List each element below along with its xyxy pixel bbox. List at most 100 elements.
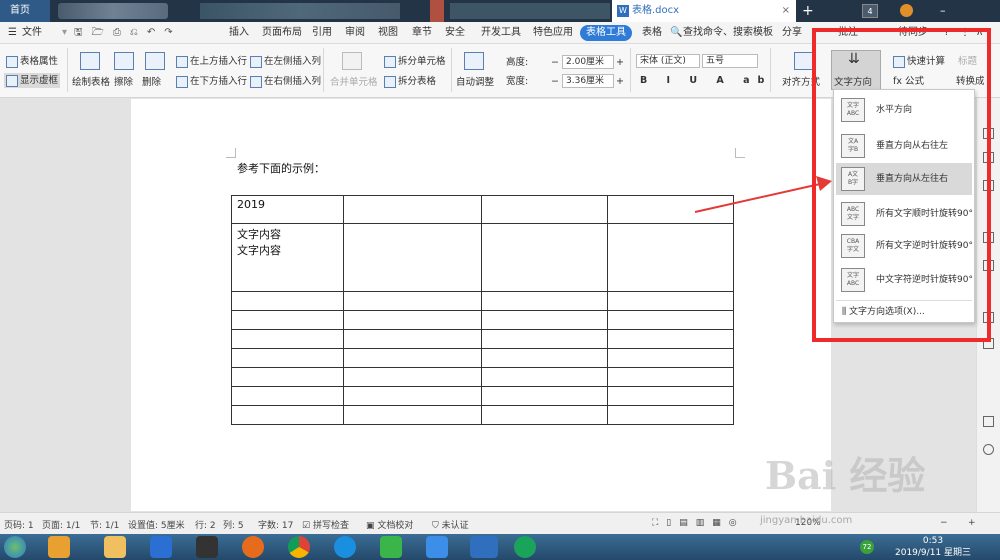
table-cell[interactable] bbox=[481, 291, 608, 311]
menu-table-tools[interactable]: 表格工具 bbox=[580, 25, 632, 41]
zoom-in-icon[interactable]: + bbox=[968, 518, 976, 528]
menu-file[interactable]: 文件 bbox=[22, 22, 42, 44]
table-cell[interactable] bbox=[231, 405, 344, 425]
menu-share[interactable]: 分享 bbox=[782, 22, 802, 44]
table-cell[interactable] bbox=[343, 405, 482, 425]
table-cell[interactable] bbox=[481, 329, 608, 349]
avatar[interactable] bbox=[900, 4, 913, 17]
menu-features[interactable]: 特色应用 bbox=[533, 22, 573, 44]
width-input[interactable]: 3.36厘米 bbox=[562, 74, 614, 88]
menu-table[interactable]: 表格 bbox=[642, 22, 662, 44]
table-cell[interactable] bbox=[607, 348, 734, 368]
zoom-out-icon[interactable]: − bbox=[940, 518, 948, 528]
font-size-select[interactable]: 五号 bbox=[702, 54, 758, 68]
table-cell[interactable] bbox=[343, 348, 482, 368]
table-cell[interactable] bbox=[343, 223, 482, 292]
command-search[interactable]: 查找命令、搜索模板 bbox=[683, 22, 773, 44]
table-cell[interactable] bbox=[481, 386, 608, 406]
menu-developer[interactable]: 开发工具 bbox=[481, 22, 521, 44]
sogou-icon[interactable] bbox=[334, 536, 356, 558]
table-cell[interactable] bbox=[343, 310, 482, 330]
table-cell[interactable] bbox=[607, 291, 734, 311]
wps-icon[interactable] bbox=[470, 536, 498, 558]
table-cell[interactable] bbox=[343, 291, 482, 311]
table-cell[interactable] bbox=[231, 348, 344, 368]
search-icon[interactable]: 🔍 bbox=[670, 22, 682, 44]
autofit-button[interactable]: 自动调整 bbox=[456, 76, 494, 89]
sublime-icon[interactable] bbox=[196, 536, 218, 558]
doc-proof-button[interactable]: ▣ 文档校对 bbox=[366, 518, 413, 531]
folder-icon[interactable] bbox=[104, 536, 126, 558]
plus-icon[interactable]: + bbox=[616, 56, 624, 69]
youzhi-icon[interactable] bbox=[514, 536, 536, 558]
eraser-icon[interactable] bbox=[114, 52, 134, 70]
table-cell[interactable] bbox=[481, 405, 608, 425]
menu-insert[interactable]: 插入 bbox=[229, 22, 249, 44]
table-cell[interactable] bbox=[343, 195, 482, 224]
close-icon[interactable]: × bbox=[782, 0, 790, 22]
table-cell[interactable] bbox=[481, 310, 608, 330]
tab-home[interactable]: 首页 bbox=[0, 0, 50, 22]
start-button-icon[interactable] bbox=[4, 536, 26, 558]
clock[interactable]: 0:53 2019/9/11 星期三 bbox=[895, 535, 971, 559]
chevron-down-icon[interactable]: ▾ bbox=[62, 22, 67, 44]
table-cell[interactable] bbox=[607, 367, 734, 387]
delete-icon[interactable] bbox=[145, 52, 165, 70]
insert-col-left-button[interactable]: 在左侧插入列 bbox=[250, 55, 321, 68]
video-icon[interactable] bbox=[380, 536, 402, 558]
menu-page-layout[interactable]: 页面布局 bbox=[262, 22, 302, 44]
merge-cells-button[interactable]: 合并单元格 bbox=[330, 76, 378, 89]
table-cell[interactable] bbox=[607, 386, 734, 406]
table-cell[interactable] bbox=[607, 310, 734, 330]
show-gridlines-button[interactable]: 显示虚框 bbox=[4, 73, 61, 88]
table-cell[interactable]: 2019 bbox=[231, 195, 344, 224]
table-cell[interactable] bbox=[481, 367, 608, 387]
image-icon[interactable] bbox=[983, 416, 994, 427]
table-cell[interactable] bbox=[343, 367, 482, 387]
document-table[interactable]: 2019 文字内容 文字内容 bbox=[231, 195, 734, 425]
font-name-select[interactable]: 宋体 (正文) bbox=[636, 54, 700, 68]
plus-icon[interactable]: + bbox=[616, 75, 624, 88]
table-cell[interactable] bbox=[231, 291, 344, 311]
table-cell[interactable] bbox=[343, 386, 482, 406]
table-cell[interactable] bbox=[231, 329, 344, 349]
view-mode-icons[interactable]: ⛶▯▤▥▦◎ bbox=[652, 518, 745, 528]
table-cell[interactable] bbox=[231, 310, 344, 330]
draw-table-icon[interactable] bbox=[80, 52, 100, 70]
height-input[interactable]: 2.00厘米 bbox=[562, 55, 614, 69]
delete-button[interactable]: 删除 bbox=[142, 76, 161, 89]
table-cell[interactable] bbox=[607, 405, 734, 425]
status-words[interactable]: 字数: 17 bbox=[258, 518, 293, 531]
table-cell[interactable] bbox=[481, 348, 608, 368]
new-tab-button[interactable]: + bbox=[802, 0, 814, 22]
intro-text[interactable]: 参考下面的示例： bbox=[237, 160, 325, 176]
table-properties-button[interactable]: 表格属性 bbox=[6, 55, 58, 68]
table-cell[interactable] bbox=[481, 223, 608, 292]
history-icon[interactable] bbox=[983, 444, 994, 455]
minus-icon[interactable]: − bbox=[551, 75, 559, 88]
insert-col-right-button[interactable]: 在右侧插入列 bbox=[250, 75, 321, 88]
bird-icon[interactable] bbox=[426, 536, 448, 558]
tab-document[interactable]: W 表格.docx × bbox=[612, 0, 796, 22]
menu-security[interactable]: 安全 bbox=[445, 22, 465, 44]
split-table-button[interactable]: 拆分表格 bbox=[384, 75, 436, 88]
align-icon[interactable] bbox=[794, 52, 814, 70]
app-icon[interactable] bbox=[48, 536, 70, 558]
erase-button[interactable]: 擦除 bbox=[114, 76, 133, 89]
table-cell[interactable] bbox=[481, 195, 608, 224]
insert-row-below-button[interactable]: 在下方插入行 bbox=[176, 75, 247, 88]
minus-icon[interactable]: − bbox=[551, 56, 559, 69]
table-cell[interactable]: 文字内容 文字内容 bbox=[231, 223, 344, 292]
cert-status[interactable]: ⛉ 未认证 bbox=[432, 518, 469, 531]
media-player-icon[interactable] bbox=[150, 536, 172, 558]
table-cell[interactable] bbox=[343, 329, 482, 349]
split-cells-button[interactable]: 拆分单元格 bbox=[384, 55, 446, 68]
menu-view[interactable]: 视图 bbox=[378, 22, 398, 44]
menu-references[interactable]: 引用 bbox=[312, 22, 332, 44]
insert-row-above-button[interactable]: 在上方插入行 bbox=[176, 55, 247, 68]
tray-badge[interactable]: 72 bbox=[860, 540, 874, 554]
table-cell[interactable] bbox=[231, 367, 344, 387]
format-buttons[interactable]: B I U A ab bbox=[640, 74, 772, 87]
menu-icon[interactable]: ☰ bbox=[8, 22, 17, 44]
spell-check-button[interactable]: ☑ 拼写检查 bbox=[302, 518, 349, 531]
